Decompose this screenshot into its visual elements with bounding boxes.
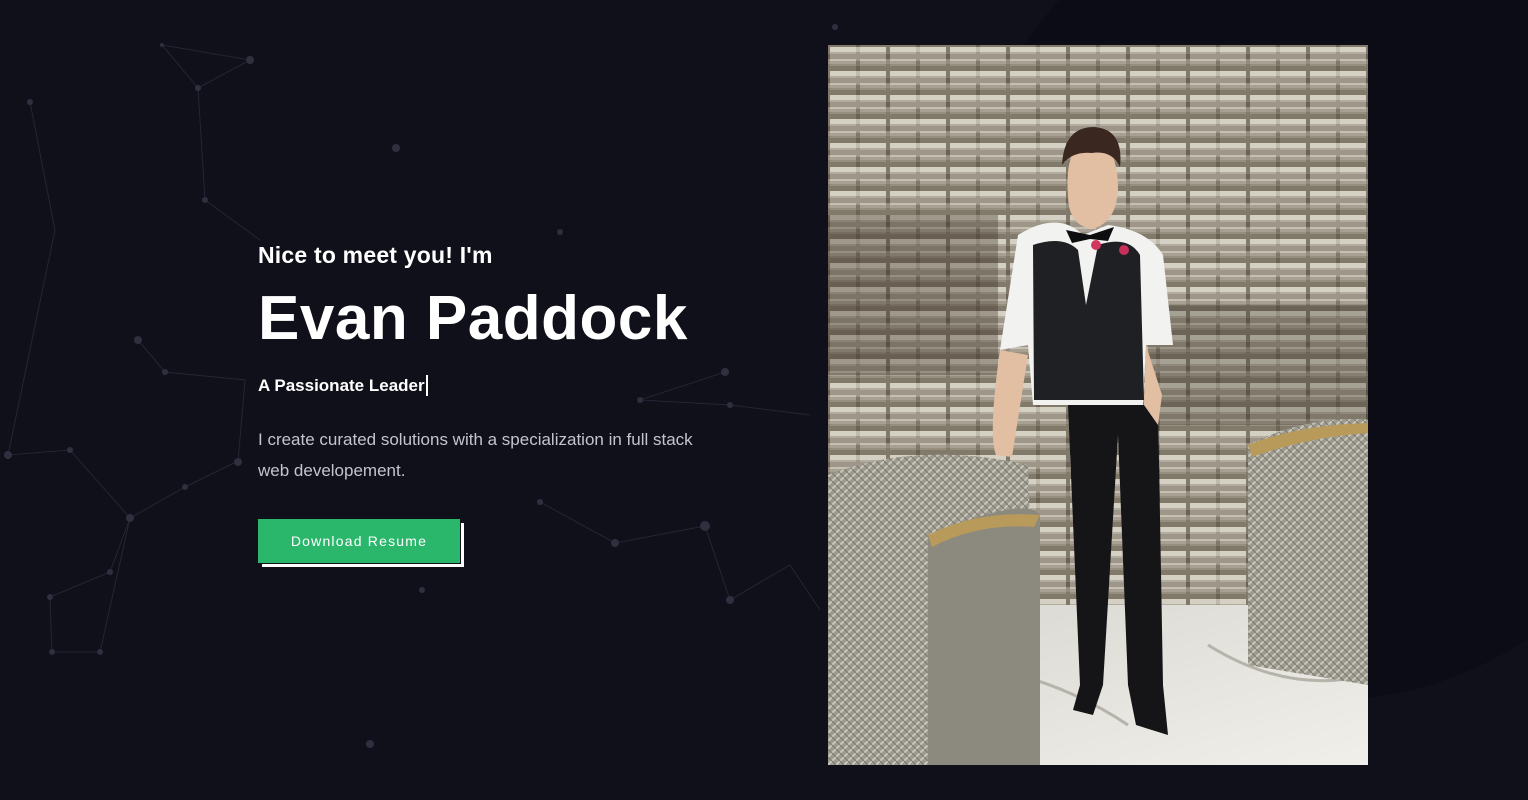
description-text: I create curated solutions with a specia… [258,430,693,481]
greeting-text: Nice to meet you! I'm [258,242,493,268]
download-resume-wrapper: Download Resume [258,519,464,568]
typing-cursor [425,375,428,397]
profile-photo-illustration [828,45,1368,765]
hero-section: Nice to meet you! I'm Evan Paddock A Pas… [0,0,1528,800]
intro-block: Nice to meet you! I'm Evan Paddock A Pas… [258,242,778,568]
person-name: Evan Paddock [258,284,688,353]
typed-tagline: A Passionate Leader [258,375,778,397]
profile-photo [828,45,1368,765]
download-resume-button[interactable]: Download Resume [258,519,460,564]
tagline-text: A Passionate Leader [258,375,425,395]
